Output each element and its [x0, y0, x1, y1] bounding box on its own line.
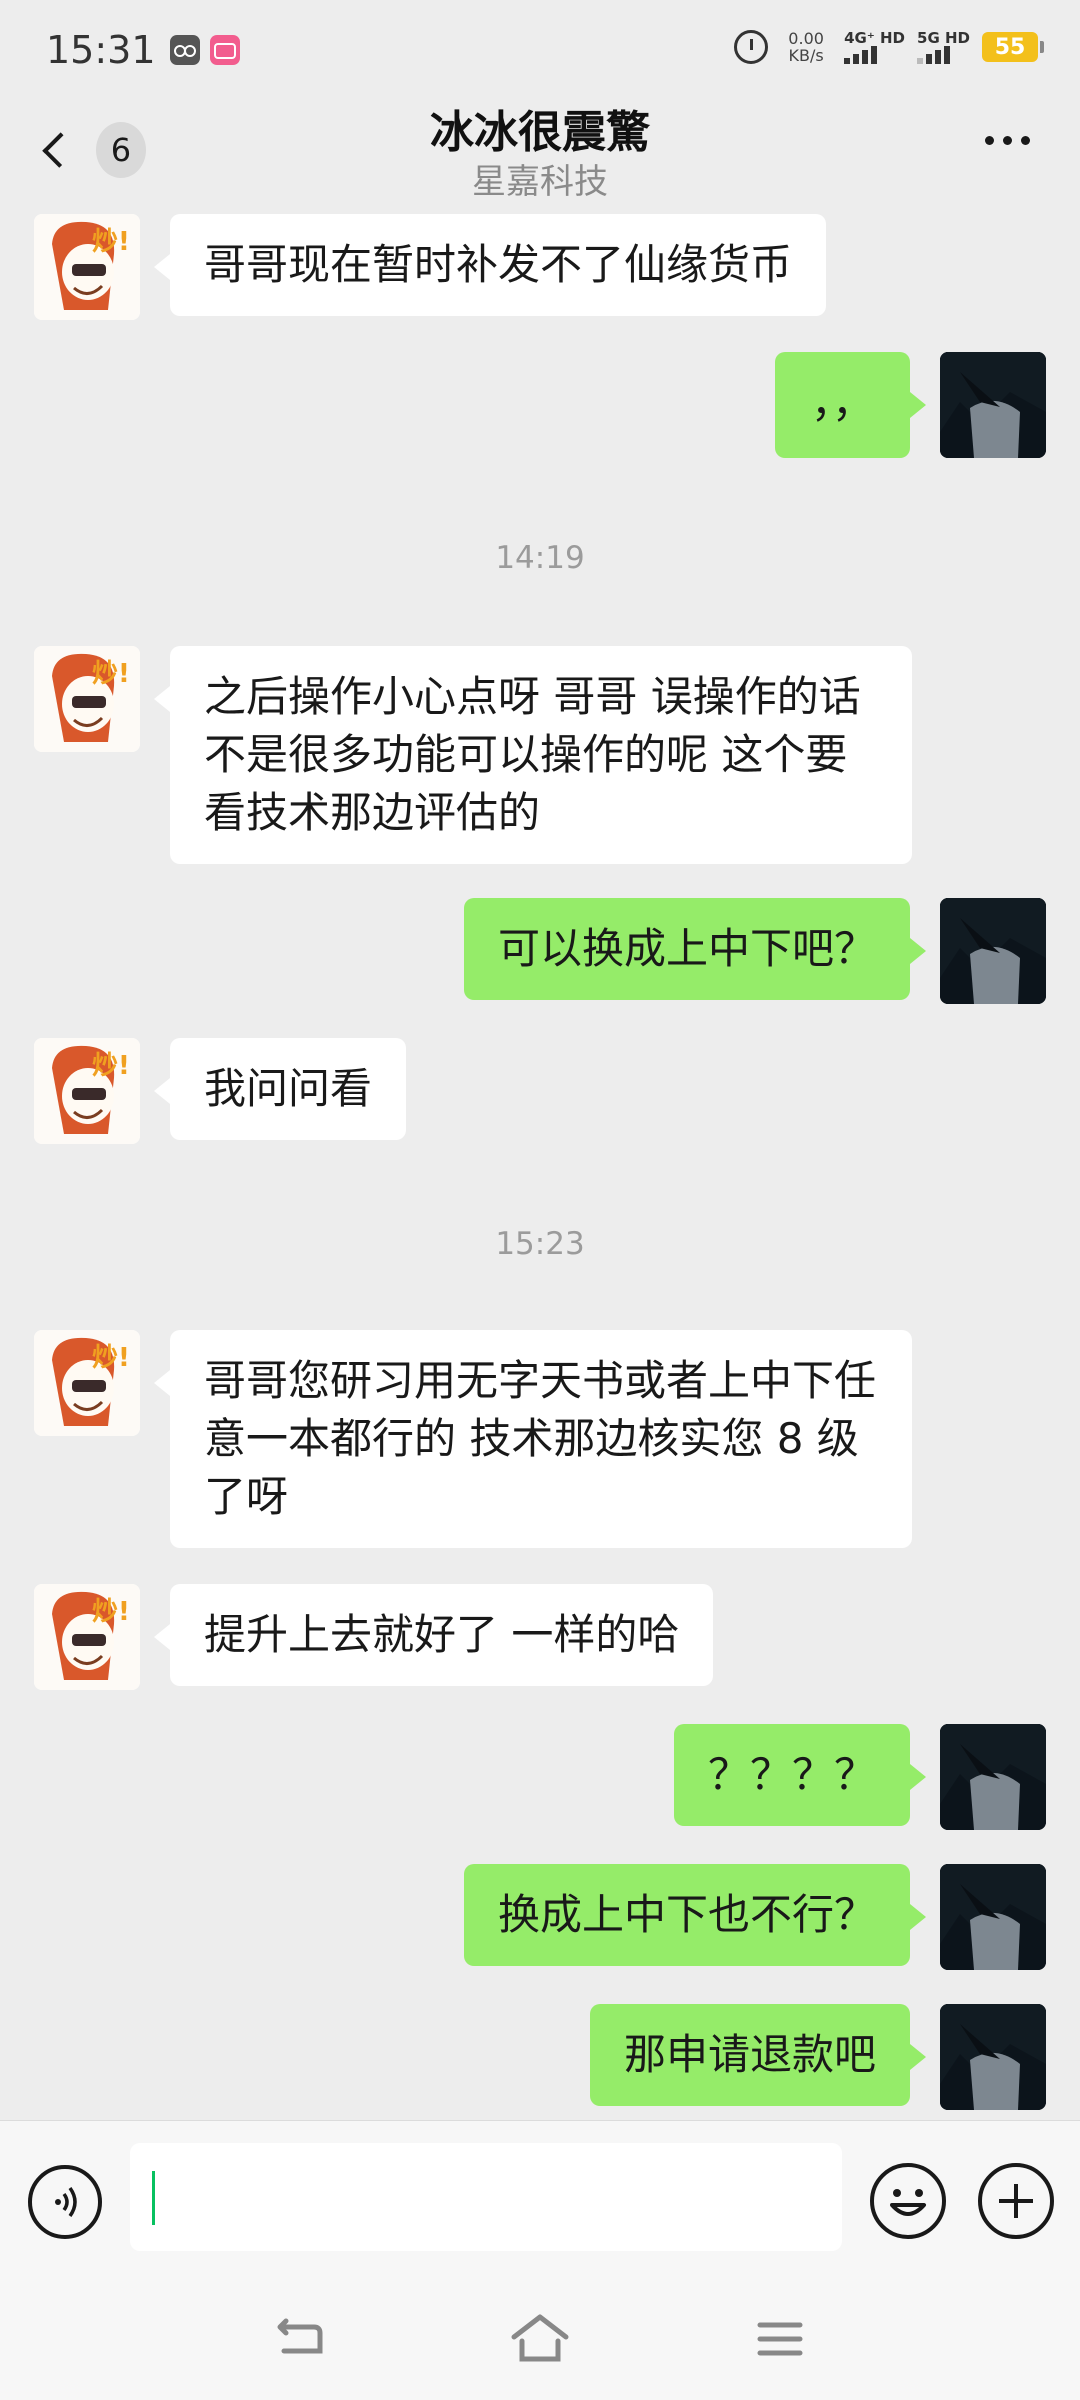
my-avatar[interactable]	[940, 1864, 1046, 1970]
input-bar	[0, 2120, 1080, 2280]
nav-menu-button[interactable]	[745, 2304, 815, 2374]
text-cursor	[152, 2171, 155, 2225]
nav-back-button[interactable]	[265, 2304, 335, 2374]
svg-text:炒!: 炒!	[92, 1051, 130, 1081]
message-bubble-incoming[interactable]: 之后操作小心点呀 哥哥 误操作的话不是很多功能可以操作的呢 这个要看技术那边评估…	[154, 646, 912, 864]
emoji-button[interactable]	[870, 2163, 946, 2239]
voice-input-button[interactable]	[28, 2165, 102, 2239]
nav-home-icon	[511, 2314, 569, 2362]
system-navigation-bar	[0, 2280, 1080, 2400]
nav-home-button[interactable]	[505, 2304, 575, 2374]
contact-avatar[interactable]: 炒!	[34, 1330, 140, 1436]
svg-text:炒!: 炒!	[92, 1597, 130, 1627]
timestamp: 14:19	[495, 540, 585, 576]
message-bubble-outgoing[interactable]: 那申请退款吧	[589, 2004, 927, 2106]
nav-menu-icon	[757, 2322, 803, 2356]
my-avatar[interactable]	[940, 898, 1046, 1004]
message-bubble-incoming[interactable]: 提升上去就好了 一样的哈	[153, 1584, 714, 1686]
svg-text:炒!: 炒!	[92, 659, 130, 689]
message-bubble-outgoing[interactable]: 可以换成上中下吧？	[463, 898, 927, 1000]
message-list[interactable]: 炒! 哥哥现在暂时补发不了仙缘货币 ，， 14:19 炒! 之后操作小心点呀 哥…	[0, 0, 1080, 2120]
message-bubble-outgoing[interactable]: ，，	[774, 352, 927, 458]
nav-back-icon	[277, 2318, 323, 2354]
svg-text:炒!: 炒!	[92, 227, 130, 257]
contact-avatar[interactable]: 炒!	[34, 214, 140, 320]
voice-icon	[55, 2186, 77, 2218]
svg-text:炒!: 炒!	[92, 1343, 130, 1373]
message-bubble-incoming[interactable]: 哥哥您研习用无字天书或者上中下任意一本都行的 技术那边核实您 8 级了呀	[154, 1330, 912, 1548]
contact-avatar[interactable]: 炒!	[34, 1038, 140, 1144]
smiley-icon	[890, 2189, 926, 2216]
contact-avatar[interactable]: 炒!	[34, 1584, 140, 1690]
my-avatar[interactable]	[940, 352, 1046, 458]
message-bubble-outgoing[interactable]: 换成上中下也不行？	[463, 1864, 927, 1966]
message-input[interactable]	[130, 2143, 842, 2251]
my-avatar[interactable]	[940, 2004, 1046, 2110]
more-functions-button[interactable]	[978, 2163, 1054, 2239]
message-bubble-incoming[interactable]: 哥哥现在暂时补发不了仙缘货币	[153, 214, 827, 316]
timestamp: 15:23	[495, 1226, 585, 1262]
message-bubble-outgoing[interactable]: ？？？？	[673, 1724, 927, 1826]
my-avatar[interactable]	[940, 1724, 1046, 1830]
message-bubble-incoming[interactable]: 我问问看	[153, 1038, 407, 1140]
contact-avatar[interactable]: 炒!	[34, 646, 140, 752]
